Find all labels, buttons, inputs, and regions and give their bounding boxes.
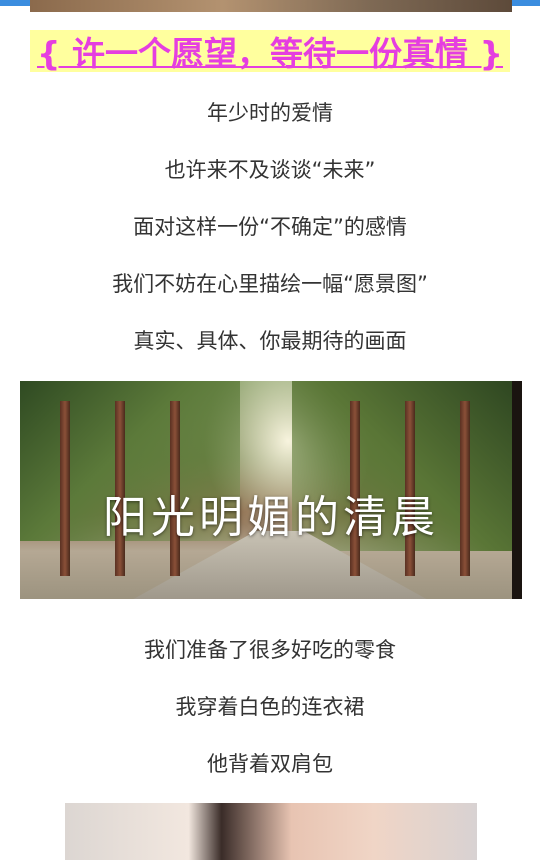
image-caption: 阳光明媚的清晨 xyxy=(103,492,439,543)
paragraph-line: 他背着双肩包 xyxy=(207,752,333,776)
top-photo-strip xyxy=(30,0,512,12)
title-highlight: { 许一个愿望，等待一份真情 } xyxy=(30,30,510,73)
paragraph-line: 真实、具体、你最期待的画面 xyxy=(133,329,407,353)
portrait-photo xyxy=(65,803,477,860)
paragraph-line: 也许来不及谈谈“未来” xyxy=(164,158,376,182)
article-heading: { 许一个愿望，等待一份真情 } xyxy=(37,34,503,73)
paragraph-line: 年少时的爱情 xyxy=(207,101,333,125)
paragraph-line: 我们准备了很多好吃的零食 xyxy=(144,638,396,662)
paragraph-line: 我们不妨在心里描绘一幅“愿景图” xyxy=(112,272,428,296)
paragraph-line: 我穿着白色的连衣裙 xyxy=(175,695,365,719)
paragraph-line: 面对这样一份“不确定”的感情 xyxy=(133,215,407,239)
forest-road-image: 阳光明媚的清晨 xyxy=(20,381,522,599)
